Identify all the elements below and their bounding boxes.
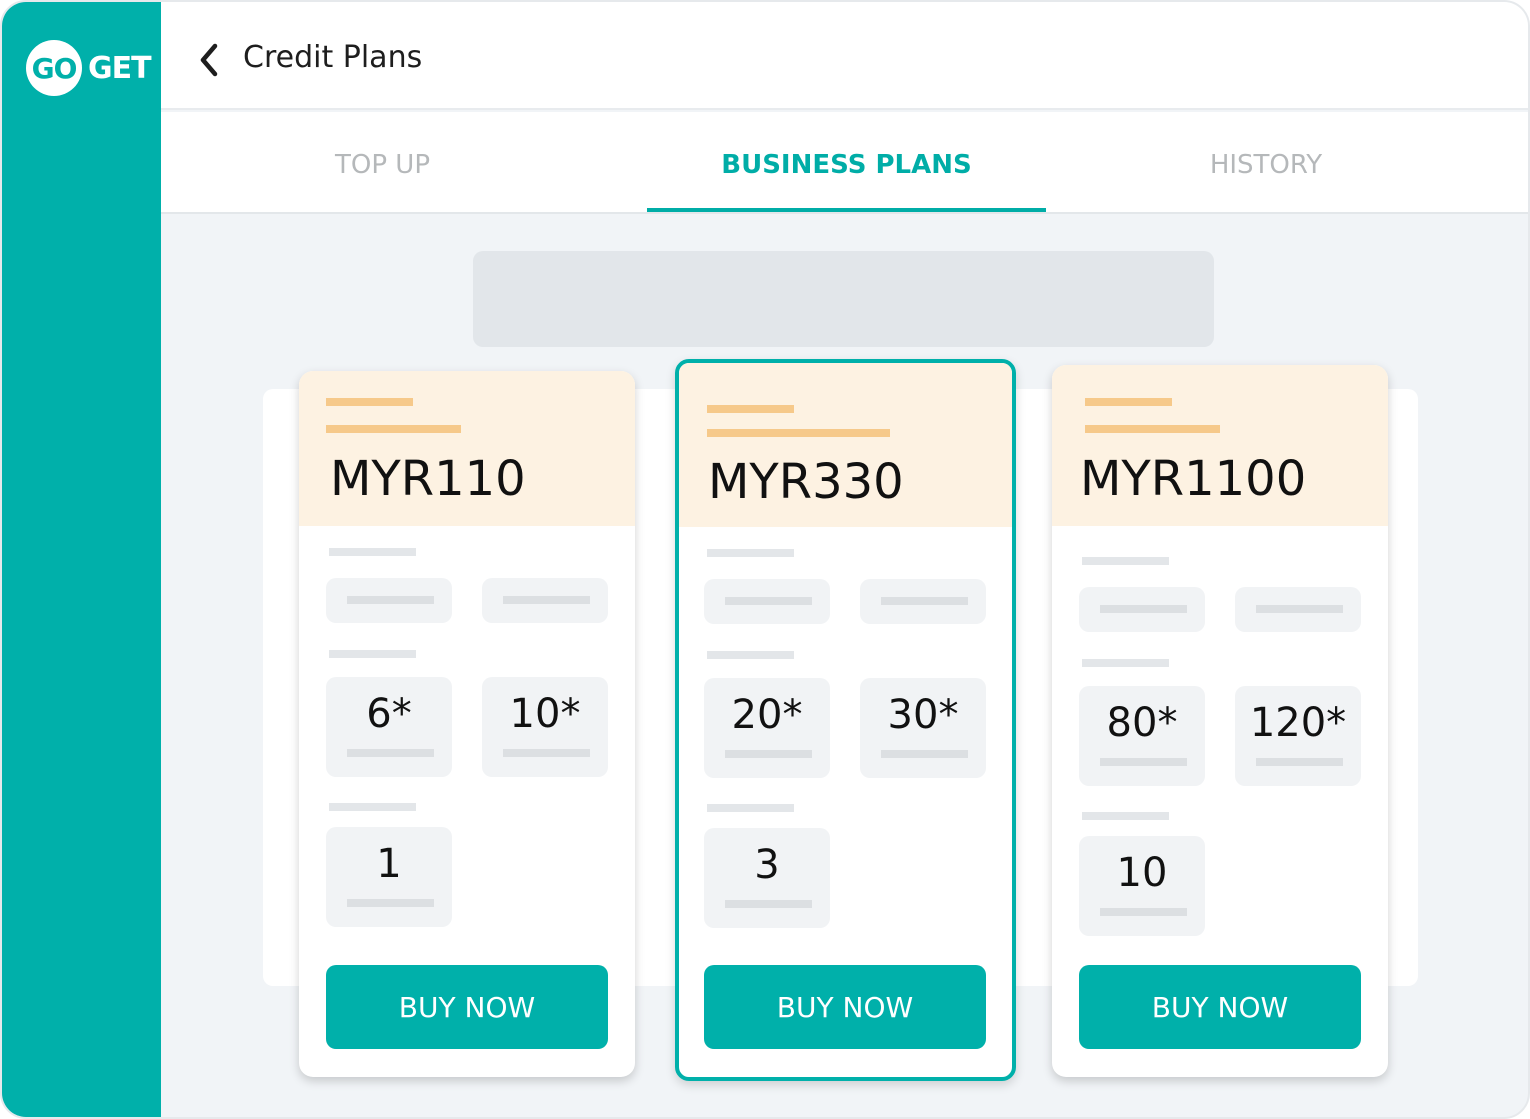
header-accent-line xyxy=(326,398,413,406)
header-accent-line xyxy=(1085,398,1172,406)
plan-card: MYR110 6* 10* 1 BUY NOW xyxy=(299,371,635,1077)
placeholder-line xyxy=(503,749,590,757)
placeholder-line xyxy=(329,803,416,811)
plan-value: 20* xyxy=(731,692,803,738)
placeholder-pill xyxy=(326,578,452,623)
placeholder-line xyxy=(347,749,434,757)
plan-value-box: 10 xyxy=(1079,836,1205,936)
plan-value-box: 6* xyxy=(326,677,452,777)
chevron-left-icon[interactable] xyxy=(195,40,223,80)
placeholder-line xyxy=(707,804,794,812)
header-accent-line xyxy=(326,425,461,433)
banner-placeholder xyxy=(473,251,1214,347)
plan-card-header: MYR1100 xyxy=(1052,365,1388,526)
placeholder-pill xyxy=(482,578,608,623)
placeholder-line xyxy=(725,900,812,908)
plan-value: 30* xyxy=(887,692,959,738)
placeholder-line xyxy=(1100,758,1187,766)
plan-card-selected: MYR330 20* 30* 3 BUY NOW xyxy=(675,359,1016,1081)
header-accent-line xyxy=(707,405,794,413)
plan-value: 10* xyxy=(509,691,581,737)
placeholder-line xyxy=(1082,659,1169,667)
placeholder-line xyxy=(1256,605,1343,613)
placeholder-line xyxy=(329,548,416,556)
plan-value: 6* xyxy=(366,691,412,737)
placeholder-line xyxy=(503,596,590,604)
placeholder-pill xyxy=(1235,587,1361,632)
placeholder-line xyxy=(1256,758,1343,766)
goget-logo[interactable]: GO GET xyxy=(26,40,152,96)
plan-value-box: 30* xyxy=(860,678,986,778)
placeholder-pill xyxy=(704,579,830,624)
placeholder-pill xyxy=(860,579,986,624)
sidebar: GO GET xyxy=(2,2,161,1117)
plan-value-box: 3 xyxy=(704,828,830,928)
buy-now-button[interactable]: BUY NOW xyxy=(1079,965,1361,1049)
plan-value: 3 xyxy=(754,842,780,888)
plan-price: MYR110 xyxy=(330,451,526,507)
placeholder-line xyxy=(347,899,434,907)
placeholder-line xyxy=(1082,812,1169,820)
plan-value-box: 80* xyxy=(1079,686,1205,786)
placeholder-line xyxy=(725,597,812,605)
placeholder-line xyxy=(329,650,416,658)
plan-value-box: 20* xyxy=(704,678,830,778)
plan-value-box: 1 xyxy=(326,827,452,927)
tab-bar: TOP UP BUSINESS PLANS HISTORY xyxy=(161,112,1528,214)
placeholder-line xyxy=(707,651,794,659)
plan-card-header: MYR330 xyxy=(679,363,1012,527)
logo-badge: GO xyxy=(26,40,82,96)
page-title: Credit Plans xyxy=(243,40,423,75)
plan-price: MYR1100 xyxy=(1080,451,1307,507)
plan-card: MYR1100 80* 120* 10 BUY NOW xyxy=(1052,365,1388,1077)
plan-value: 1 xyxy=(376,841,402,887)
buy-now-button[interactable]: BUY NOW xyxy=(704,965,986,1049)
placeholder-line xyxy=(725,750,812,758)
app-window: GO GET Credit Plans TOP UP BUSINESS PLAN… xyxy=(0,0,1530,1119)
plan-value: 10 xyxy=(1116,850,1168,896)
placeholder-pill xyxy=(1079,587,1205,632)
active-tab-indicator xyxy=(647,208,1046,212)
logo-text: GET xyxy=(88,50,152,86)
tab-top-up[interactable]: TOP UP xyxy=(261,150,504,180)
tab-history[interactable]: HISTORY xyxy=(1121,150,1411,180)
placeholder-line xyxy=(881,597,968,605)
plan-value-box: 10* xyxy=(482,677,608,777)
placeholder-line xyxy=(707,549,794,557)
placeholder-line xyxy=(1100,908,1187,916)
header-accent-line xyxy=(707,429,890,437)
header-accent-line xyxy=(1085,425,1220,433)
plan-card-header: MYR110 xyxy=(299,371,635,526)
placeholder-line xyxy=(881,750,968,758)
placeholder-line xyxy=(1082,557,1169,565)
plan-value: 80* xyxy=(1106,700,1178,746)
placeholder-line xyxy=(1100,605,1187,613)
plan-price: MYR330 xyxy=(708,454,904,510)
tab-business-plans[interactable]: BUSINESS PLANS xyxy=(647,150,1046,180)
top-bar: Credit Plans xyxy=(161,2,1528,110)
plan-value-box: 120* xyxy=(1235,686,1361,786)
placeholder-line xyxy=(347,596,434,604)
buy-now-button[interactable]: BUY NOW xyxy=(326,965,608,1049)
plan-value: 120* xyxy=(1249,700,1347,746)
